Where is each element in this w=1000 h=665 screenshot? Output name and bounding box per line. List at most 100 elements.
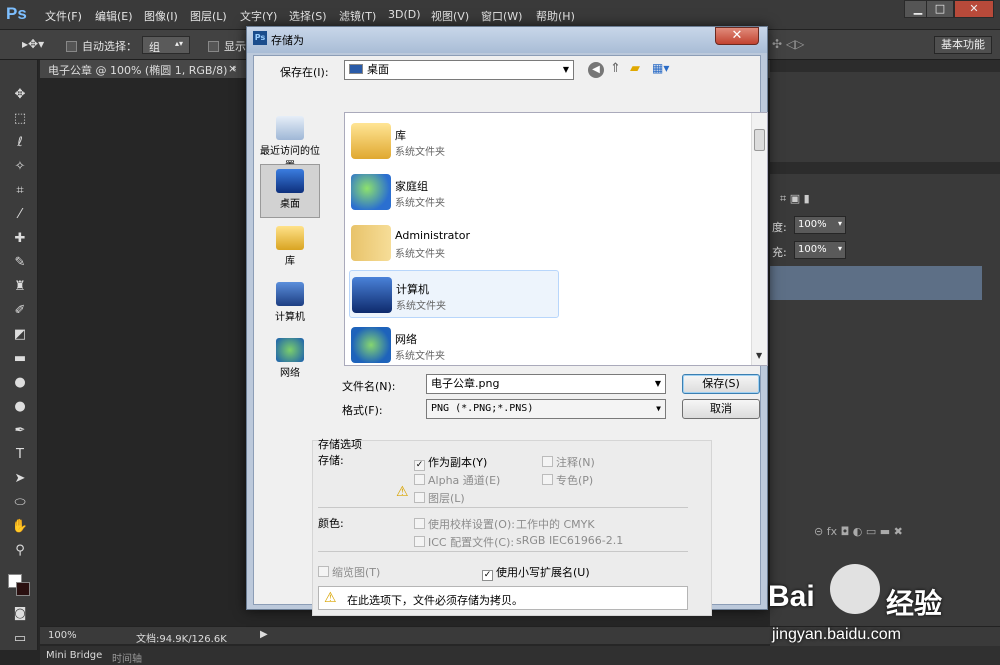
marquee-tool-icon[interactable]: ⬚ — [10, 110, 30, 128]
menu-filter[interactable]: 滤镜(T) — [339, 8, 376, 24]
tab-mini-bridge[interactable]: Mini Bridge — [46, 650, 102, 661]
screen-mode-icon[interactable]: ▭ — [10, 630, 30, 648]
status-menu-arrow-icon[interactable]: ▶ — [260, 629, 268, 640]
user-folder-icon — [351, 225, 391, 261]
lasso-tool-icon[interactable]: ℓ — [10, 134, 30, 152]
auto-select-checkbox[interactable] — [66, 39, 77, 52]
selected-layer-row[interactable] — [770, 266, 982, 300]
eyedropper-icon[interactable]: ⁄ — [10, 206, 30, 224]
fill-field[interactable]: 100% ▾ — [794, 241, 846, 259]
menu-select[interactable]: 选择(S) — [289, 8, 327, 24]
layers-checkbox[interactable]: 图层(L) — [414, 490, 465, 506]
dialog-title-bar[interactable]: Ps 存储为 — [247, 27, 767, 53]
auto-select-target-select[interactable]: 组 ▴▾ — [142, 36, 190, 54]
pen-tool-icon[interactable]: ✒ — [10, 422, 30, 440]
place-computer[interactable]: 计算机 — [260, 278, 320, 330]
format-label: 格式(F): — [342, 404, 383, 417]
menu-view[interactable]: 视图(V) — [431, 8, 469, 24]
menu-file[interactable]: 文件(F) — [45, 8, 82, 24]
opacity-field[interactable]: 100% ▾ — [794, 216, 846, 234]
back-icon[interactable]: ◀ — [588, 62, 604, 78]
zoom-tool-icon[interactable]: ⚲ — [10, 542, 30, 560]
thumbnail-checkbox[interactable]: 缩览图(T) — [318, 564, 380, 580]
eraser-tool-icon[interactable]: ◩ — [10, 326, 30, 344]
type-tool-icon[interactable]: T — [10, 446, 30, 464]
close-app-button[interactable]: ✕ — [954, 0, 994, 18]
workspace-button[interactable]: 基本功能 — [934, 36, 992, 54]
layer-filter-icons[interactable]: ⌗ ▣ ▮ — [780, 192, 980, 206]
spot-colors-checkbox[interactable]: 专色(P) — [542, 472, 593, 488]
list-item[interactable]: 家庭组 系统文件夹 — [349, 168, 559, 216]
list-item[interactable]: 库 系统文件夹 — [349, 117, 559, 165]
show-transform-checkbox[interactable] — [208, 39, 219, 52]
menu-type[interactable]: 文字(Y) — [240, 8, 277, 24]
move-tool-icon[interactable]: ✥ — [10, 86, 30, 104]
place-recent[interactable]: 最近访问的位置 — [260, 112, 320, 172]
library-folder-icon — [351, 123, 391, 159]
menu-image[interactable]: 图像(I) — [144, 8, 178, 24]
cancel-button[interactable]: 取消 — [682, 399, 760, 419]
view-menu-icon[interactable]: ▦▾ — [652, 61, 669, 75]
background-color-swatch[interactable] — [16, 582, 30, 596]
move-tool-icon[interactable]: ▸✥▾ — [22, 37, 44, 51]
new-folder-icon[interactable]: ▰ — [630, 61, 640, 76]
icc-profile-checkbox[interactable]: ICC 配置文件(C): — [414, 534, 514, 550]
list-item[interactable]: 计算机 系统文件夹 — [349, 270, 559, 318]
save-button[interactable]: 保存(S) — [682, 374, 760, 394]
place-desktop[interactable]: 桌面 — [260, 164, 320, 218]
quick-mask-icon[interactable]: ◙ — [10, 605, 30, 623]
file-list-scrollbar[interactable]: ▼ — [751, 113, 767, 365]
list-item[interactable]: 网络 系统文件夹 — [349, 321, 559, 369]
list-item[interactable]: Administrator 系统文件夹 — [349, 219, 559, 267]
hand-tool-icon[interactable]: ✋ — [10, 518, 30, 536]
menu-window[interactable]: 窗口(W) — [481, 8, 522, 24]
dialog-close-button[interactable]: ✕ — [715, 27, 759, 45]
document-tab-title[interactable]: 电子公章 @ 100% (椭圆 1, RGB/8) * — [48, 62, 236, 78]
lowercase-extension-checkbox[interactable]: ✓ 使用小写扩展名(U) — [482, 564, 590, 581]
save-as-dialog: Ps 存储为 ✕ 保存在(I): 桌面▼ ◀ ⇑ ▰ ▦▾ 最近访问的位置 桌面… — [246, 26, 768, 616]
layer-actions-icons[interactable]: ⊝ fx ◘ ◐ ▭ ▬ ✖ — [814, 525, 974, 539]
auto-select-label: 自动选择： — [82, 40, 137, 53]
brush-tool-icon[interactable]: ✎ — [10, 254, 30, 272]
up-folder-icon[interactable]: ⇑ — [610, 61, 621, 76]
format-select[interactable]: PNG (*.PNG;*.PNS) ▼ — [426, 399, 666, 419]
zoom-level[interactable]: 100% — [48, 630, 77, 641]
photoshop-app-icon: Ps — [253, 31, 267, 45]
ellipse-tool-icon[interactable]: ⬭ — [10, 494, 30, 512]
healing-brush-icon[interactable]: ✚ — [10, 230, 30, 248]
3d-mode-icons[interactable]: ✣ ◁▷ — [772, 37, 804, 51]
place-network[interactable]: 网络 — [260, 334, 320, 386]
menu-3d[interactable]: 3D(D) — [388, 8, 421, 21]
history-brush-icon[interactable]: ✐ — [10, 302, 30, 320]
photoshop-logo: Ps — [6, 4, 27, 23]
scrollbar-thumb[interactable] — [754, 129, 765, 151]
warning-text: 在此选项下，文件必须存储为拷贝。 — [347, 594, 523, 607]
menu-layer[interactable]: 图层(L) — [190, 8, 227, 24]
warning-message-box: ⚠ 在此选项下，文件必须存储为拷贝。 — [318, 586, 688, 610]
scroll-down-icon[interactable]: ▼ — [756, 351, 762, 360]
menu-help[interactable]: 帮助(H) — [536, 8, 575, 24]
place-library[interactable]: 库 — [260, 222, 320, 274]
annotations-checkbox[interactable]: 注释(N) — [542, 454, 595, 470]
filename-input[interactable]: 电子公章.png ▼ — [426, 374, 666, 394]
path-selection-icon[interactable]: ➤ — [10, 470, 30, 488]
magic-wand-icon[interactable]: ✧ — [10, 158, 30, 176]
computer-icon — [276, 282, 304, 306]
gradient-tool-icon[interactable]: ▬ — [10, 350, 30, 368]
save-in-select[interactable]: 桌面 ▼ — [344, 60, 574, 80]
paw-logo-icon — [830, 564, 880, 614]
as-copy-checkbox[interactable]: ✓ 作为副本(Y) — [414, 454, 487, 471]
proof-setup-checkbox[interactable]: 使用校样设置(O): — [414, 516, 515, 532]
menu-edit[interactable]: 编辑(E) — [95, 8, 133, 24]
baidu-watermark: Bai 经验 jingyan.baidu.com — [768, 560, 998, 660]
maximize-button[interactable]: □ — [926, 0, 954, 18]
document-tab-close-icon[interactable]: × — [228, 62, 237, 75]
tab-timeline[interactable]: 时间轴 — [112, 650, 142, 665]
dodge-tool-icon[interactable]: ● — [10, 398, 30, 416]
crop-tool-icon[interactable]: ⌗ — [10, 182, 30, 200]
icc-value: sRGB IEC61966-2.1 — [516, 534, 624, 547]
blur-tool-icon[interactable]: ● — [10, 374, 30, 392]
alpha-channels-checkbox[interactable]: Alpha 通道(E) — [414, 472, 500, 488]
desktop-icon — [276, 169, 304, 193]
clone-stamp-icon[interactable]: ♜ — [10, 278, 30, 296]
